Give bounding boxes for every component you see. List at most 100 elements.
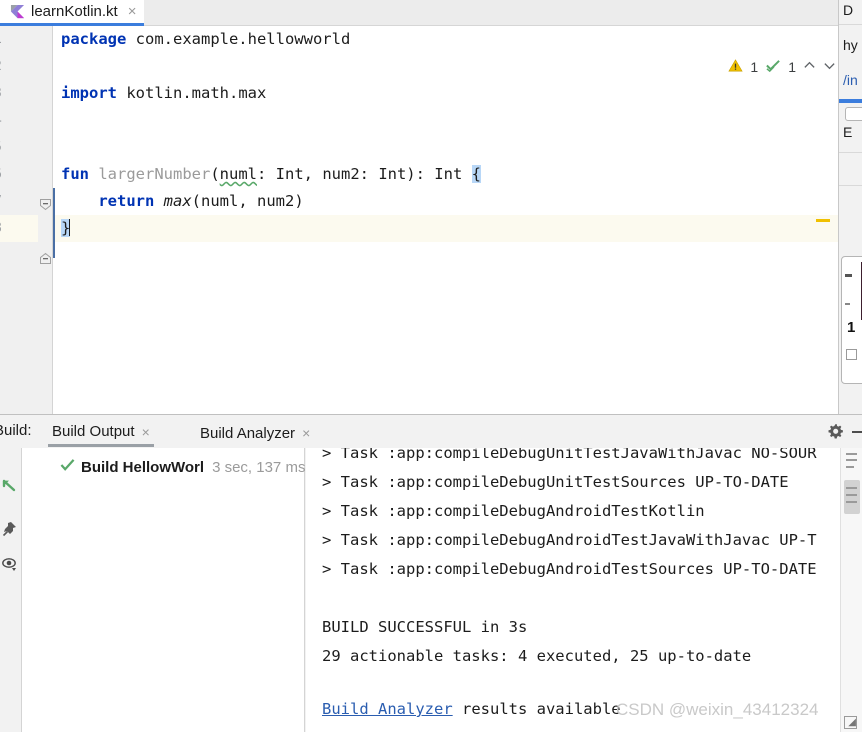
keyword-return: return <box>98 192 155 210</box>
editor-tab-label: learnKotlin.kt <box>31 3 118 20</box>
background-row-text: E <box>843 124 853 140</box>
keyword-fun: fun <box>61 165 89 183</box>
build-window-label: Build: <box>0 422 32 439</box>
background-accent-bar <box>839 99 862 103</box>
background-popup[interactable]: 1 <box>841 256 862 384</box>
minimap-mark <box>846 494 857 496</box>
code-text-area[interactable]: package com.example.hellowworld import k… <box>52 26 846 414</box>
tab-build-output[interactable]: Build Output × <box>48 419 154 447</box>
minimap-mark <box>846 487 857 489</box>
inspection-widget: 1 1 <box>728 58 836 76</box>
background-window-clipped[interactable]: D hy /in E 1 <box>838 0 862 414</box>
console-line: > Task :app:compileDebugAndroidTestSourc… <box>322 560 817 578</box>
line-number: 5 <box>0 134 38 161</box>
inspection-check-count: 1 <box>788 59 796 75</box>
tab-build-output-label: Build Output <box>52 423 135 440</box>
console-scrollbar[interactable]: ◢ <box>840 448 862 732</box>
build-tool-window: Build: Build Output × Build Analyzer × <box>0 414 862 732</box>
gear-icon[interactable] <box>827 423 844 440</box>
line-number: 8 <box>0 215 38 242</box>
minimap-mark <box>846 453 857 455</box>
build-results-tree[interactable]: Build HellowWorl 3 sec, 137 ms <box>21 448 305 732</box>
build-duration: 3 sec, 137 ms <box>212 458 306 476</box>
call-args: (numl, num2) <box>191 192 304 210</box>
line-number: 1 <box>0 26 38 53</box>
build-window-header: Build: Build Output × Build Analyzer × <box>0 415 862 448</box>
code-line-7: return max(numl, num2) <box>53 188 846 215</box>
function-name: largerNumber <box>98 165 211 183</box>
console-line-analyzer: Build Analyzer results available <box>322 700 621 718</box>
background-row-text: hy <box>843 37 858 53</box>
rerun-arrow-icon[interactable] <box>2 478 18 494</box>
editor-fold-column <box>38 26 52 414</box>
build-analyzer-link-suffix: results available <box>452 700 621 718</box>
chevron-up-icon[interactable] <box>803 59 816 75</box>
line-number: 4 <box>0 107 38 134</box>
code-line-6: fun largerNumber(numl: Int, num2: Int): … <box>53 161 846 188</box>
error-stripe-warning-mark[interactable] <box>816 219 830 222</box>
line-number: 2 <box>0 53 38 80</box>
watermark: CSDN @weixin_43412324 <box>616 700 819 719</box>
close-icon[interactable]: × <box>142 424 150 440</box>
divider <box>839 185 862 186</box>
console-line: > Task :app:compileDebugUnitTestSources … <box>322 473 789 491</box>
eye-icon[interactable] <box>2 556 18 572</box>
divider <box>839 152 862 153</box>
text-caret <box>69 219 71 236</box>
pin-icon[interactable] <box>2 521 18 537</box>
line-number: 7 <box>0 188 38 215</box>
background-field[interactable] <box>845 107 862 121</box>
console-line: > Task :app:compileDebugAndroidTestKotli… <box>322 502 705 520</box>
code-line-8: } <box>53 215 846 242</box>
build-tree-row[interactable]: Build HellowWorl 3 sec, 137 ms <box>22 456 306 478</box>
tab-build-analyzer-label: Build Analyzer <box>200 424 296 442</box>
console-line-task-summary: 29 actionable tasks: 4 executed, 25 up-t… <box>322 647 752 665</box>
keyword-import: import <box>61 84 117 102</box>
package-name: com.example.hellowworld <box>126 30 351 48</box>
console-line: > Task :app:compileDebugAndroidTestJavaW… <box>322 531 817 549</box>
matched-brace-open: { <box>471 165 481 183</box>
build-console[interactable]: > Task :app:compileDebugUnitTestJavaWith… <box>306 448 840 732</box>
call-max: max <box>163 192 192 210</box>
build-window-rail <box>0 448 20 732</box>
import-path: kotlin.math.max <box>117 84 267 102</box>
green-double-check-icon <box>765 58 781 76</box>
line-number-column: 1 2 3 4 5 6 7 8 <box>0 26 38 242</box>
kotlin-file-icon <box>10 4 25 19</box>
code-editor[interactable]: 1 2 3 4 5 6 7 8 package com.example.hell… <box>0 26 846 414</box>
code-line-3: import kotlin.math.max <box>53 80 846 107</box>
background-square-icon[interactable] <box>846 349 857 360</box>
ide-window: learnKotlin.kt × 1 2 3 4 5 6 7 8 <box>0 0 862 732</box>
param-numl-warning: numl <box>219 165 257 183</box>
fold-marker-end-icon[interactable] <box>39 252 52 265</box>
tab-build-analyzer[interactable]: Build Analyzer × <box>196 419 314 447</box>
line-number: 6 <box>0 161 38 188</box>
chevron-down-icon[interactable] <box>823 59 836 75</box>
keyword-package: package <box>61 30 127 48</box>
editor-tab-strip: learnKotlin.kt × <box>0 0 846 26</box>
paren-open: ( <box>210 165 220 183</box>
scrollbar-thumb[interactable] <box>844 480 860 514</box>
build-analyzer-link[interactable]: Build Analyzer <box>322 700 453 718</box>
background-number: 1 <box>847 319 856 336</box>
build-tree-label: Build HellowWorl <box>81 458 205 476</box>
minimize-dash-icon[interactable] <box>852 431 862 433</box>
minimap-mark <box>846 501 857 503</box>
fold-marker-expanded-icon[interactable] <box>39 198 52 211</box>
warning-triangle-icon <box>728 58 744 76</box>
minimap-mark <box>846 459 857 461</box>
console-line-build-successful: BUILD SUCCESSFUL in 3s <box>322 618 528 636</box>
close-icon[interactable]: × <box>302 425 310 441</box>
code-line-1: package com.example.hellowworld <box>53 26 846 53</box>
close-icon[interactable]: × <box>128 4 137 19</box>
editor-tab-learnkotlin[interactable]: learnKotlin.kt × <box>0 0 145 26</box>
background-row-text: D <box>843 2 854 18</box>
resize-grip[interactable]: ◢ <box>844 716 857 729</box>
divider <box>839 24 862 25</box>
minimap-mark <box>846 466 854 468</box>
line-number: 3 <box>0 80 38 107</box>
background-row-link[interactable]: /in <box>843 72 858 88</box>
